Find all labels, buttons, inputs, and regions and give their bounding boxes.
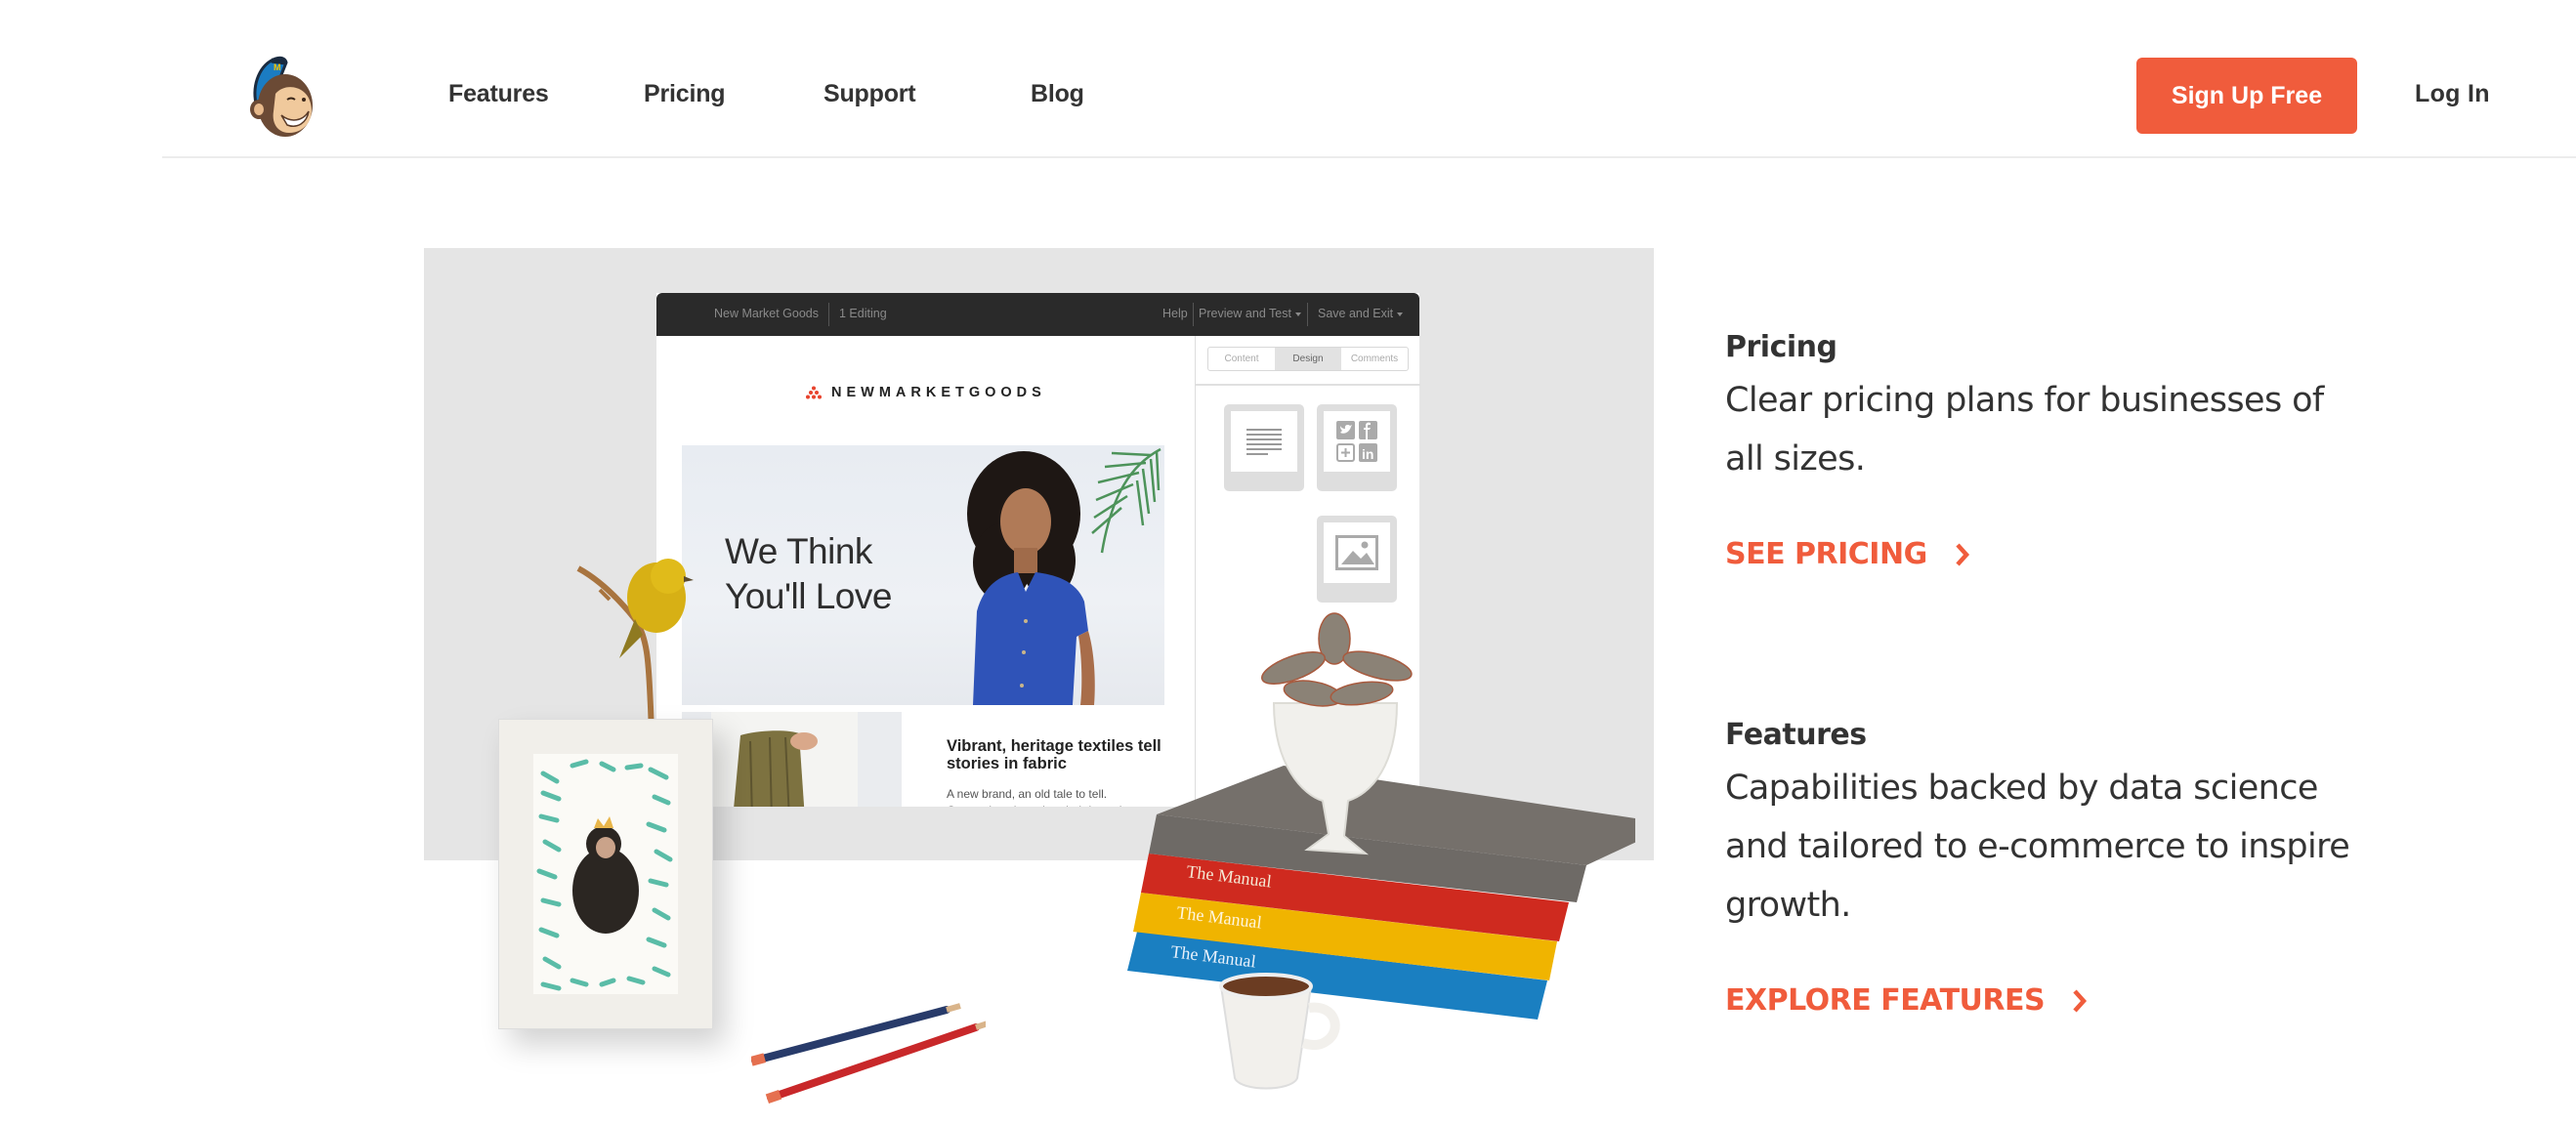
log-in-link[interactable]: Log In — [2415, 80, 2490, 108]
brand-name: NEWMARKETGOODS — [831, 385, 1046, 400]
see-pricing-label: SEE PRICING — [1725, 537, 1927, 571]
tab-content: Content — [1224, 354, 1259, 364]
social-follow-icon: in — [1336, 421, 1377, 462]
toolbar-separator — [1193, 303, 1194, 326]
hero-photo: We Think You'll Love — [682, 445, 1164, 705]
pricing-description: Clear pricing plans for businesses of al… — [1725, 381, 2324, 479]
toolbar-separator — [1307, 303, 1308, 326]
email-canvas: NEWMARKETGOODS We Think You'll Love Vibr… — [656, 336, 1195, 807]
content-block-image — [1317, 516, 1397, 603]
content-block-social: in — [1317, 404, 1397, 491]
hero-headline: We Think You'll Love — [725, 529, 892, 619]
features-section: Features Capabilities backed by data sci… — [1725, 718, 2350, 1018]
text-block-icon — [1246, 429, 1282, 455]
sign-up-free-button[interactable]: Sign Up Free — [2136, 58, 2357, 134]
caret-down-icon — [1294, 312, 1301, 316]
caret-down-icon — [1397, 312, 1404, 316]
monkey-mascot-icon: M — [250, 56, 313, 137]
toolbar-separator — [828, 303, 829, 326]
hero-headline-line2: You'll Love — [725, 576, 892, 616]
editing-status: 1 Editing — [839, 307, 887, 320]
features-heading: Features — [1725, 718, 1867, 752]
preview-label: Preview and Test — [1199, 307, 1291, 320]
editor-toolbar: New Market Goods 1 Editing Help Preview … — [656, 293, 1419, 336]
hero-product-image: New Market Goods 1 Editing Help Preview … — [424, 248, 1655, 1125]
pricing-heading: Pricing — [1725, 330, 1837, 364]
books-plant-coffee-icon: The Manual The Manual The Manual — [1127, 612, 1635, 1090]
dot-pyramid-icon — [806, 386, 822, 399]
svg-text:in: in — [1362, 446, 1373, 462]
header-divider — [162, 156, 2576, 158]
image-block-icon — [1335, 535, 1378, 570]
hero-headline-line1: We Think — [725, 531, 872, 571]
save-label: Save and Exit — [1318, 307, 1394, 320]
content-block-text — [1224, 404, 1304, 491]
site-header: M Features Pricing Support Blog Sign Up … — [0, 0, 2576, 157]
save-and-exit-menu: Save and Exit — [1318, 307, 1404, 320]
explore-features-label: EXPLORE FEATURES — [1725, 983, 2046, 1018]
svg-text:M: M — [274, 62, 281, 72]
picture-frame — [498, 719, 713, 1029]
help-link: Help — [1162, 307, 1188, 320]
pencils-icon — [751, 1003, 986, 1104]
nav-blog[interactable]: Blog — [1031, 80, 1084, 108]
nav-pricing[interactable]: Pricing — [644, 80, 726, 108]
nav-features[interactable]: Features — [448, 80, 549, 108]
see-pricing-link[interactable]: SEE PRICING — [1725, 537, 1970, 571]
nav-support[interactable]: Support — [823, 80, 916, 108]
preview-and-test-menu: Preview and Test — [1199, 307, 1301, 320]
brand-logo: NEWMARKETGOODS — [806, 385, 1046, 400]
pricing-section: Pricing Clear pricing plans for business… — [1725, 330, 2350, 571]
campaign-name: New Market Goods — [714, 307, 819, 320]
tab-design: Design — [1275, 348, 1341, 370]
explore-features-link[interactable]: EXPLORE FEATURES — [1725, 983, 2088, 1018]
chevron-right-icon — [1956, 542, 1969, 566]
features-description: Capabilities backed by data science and … — [1725, 769, 2350, 925]
editor-sidebar-tabs: Content Design Comments — [1207, 347, 1409, 371]
chevron-right-icon — [2073, 988, 2088, 1013]
sidebar-divider — [1196, 384, 1420, 386]
tab-comments: Comments — [1350, 354, 1399, 364]
mailchimp-logo[interactable]: M — [242, 55, 322, 141]
chimpanzee-art-icon — [533, 754, 678, 994]
